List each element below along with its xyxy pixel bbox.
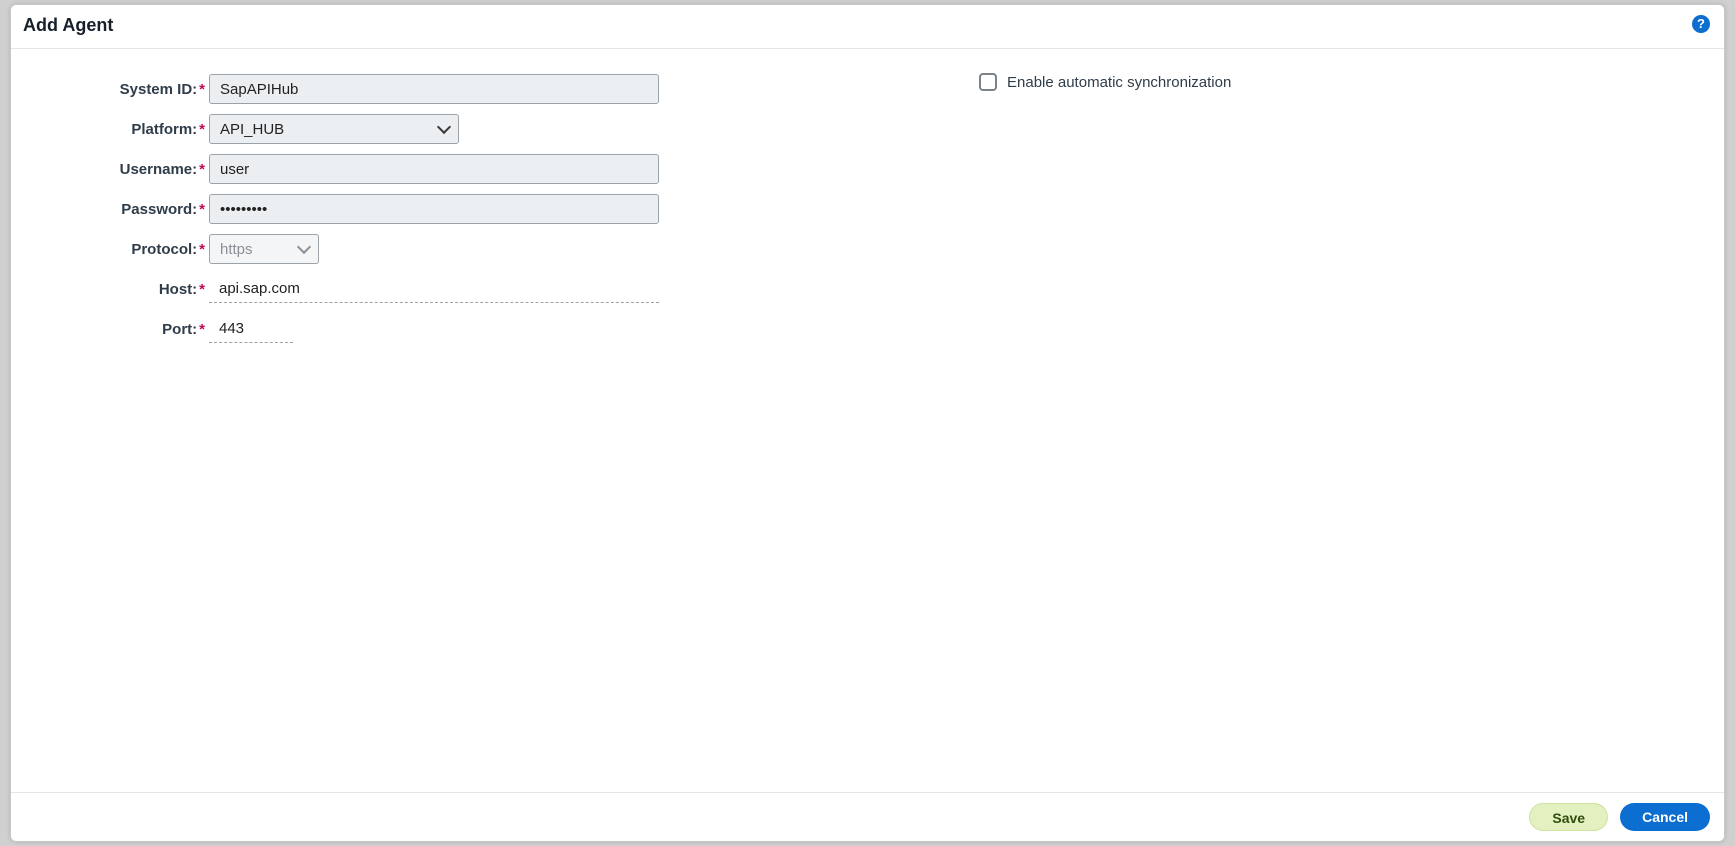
cancel-button[interactable]: Cancel — [1620, 803, 1710, 831]
required-mark: * — [199, 81, 205, 98]
auto-sync-label: Enable automatic synchronization — [1007, 74, 1231, 91]
field-username: Username:* — [39, 153, 679, 185]
port-input[interactable] — [209, 315, 293, 343]
dialog-header: Add Agent ? — [11, 5, 1724, 49]
field-host: Host:* — [39, 273, 679, 305]
host-input[interactable] — [209, 275, 659, 303]
required-mark: * — [199, 321, 205, 338]
required-mark: * — [199, 201, 205, 218]
username-label: Username:* — [39, 161, 209, 178]
required-mark: * — [199, 281, 205, 298]
system-id-label: System ID:* — [39, 81, 209, 98]
protocol-label: Protocol:* — [39, 241, 209, 258]
platform-select[interactable] — [209, 114, 459, 144]
save-button[interactable]: Save — [1529, 803, 1608, 831]
help-icon[interactable]: ? — [1692, 15, 1710, 33]
required-mark: * — [199, 161, 205, 178]
field-system-id: System ID:* — [39, 73, 679, 105]
field-protocol: Protocol:* — [39, 233, 679, 265]
add-agent-dialog: Add Agent ? System ID:* Platform:* — [10, 4, 1725, 842]
protocol-select-value[interactable] — [209, 234, 319, 264]
options-column: Enable automatic synchronization — [679, 73, 1696, 782]
field-password: Password:* — [39, 193, 679, 225]
platform-select-value[interactable] — [209, 114, 459, 144]
auto-sync-checkbox[interactable]: Enable automatic synchronization — [979, 73, 1696, 91]
system-id-input[interactable] — [209, 74, 659, 104]
required-mark: * — [199, 121, 205, 138]
field-port: Port:* — [39, 313, 679, 345]
dialog-footer: Save Cancel — [11, 792, 1724, 841]
password-input[interactable] — [209, 194, 659, 224]
username-input[interactable] — [209, 154, 659, 184]
platform-label: Platform:* — [39, 121, 209, 138]
port-label: Port:* — [39, 321, 209, 338]
dialog-title: Add Agent — [23, 15, 1708, 36]
password-label: Password:* — [39, 201, 209, 218]
checkbox-icon — [979, 73, 997, 91]
dialog-body: System ID:* Platform:* — [11, 49, 1724, 792]
protocol-select[interactable] — [209, 234, 319, 264]
required-mark: * — [199, 241, 205, 258]
host-label: Host:* — [39, 281, 209, 298]
form-column: System ID:* Platform:* — [39, 73, 679, 782]
field-platform: Platform:* — [39, 113, 679, 145]
